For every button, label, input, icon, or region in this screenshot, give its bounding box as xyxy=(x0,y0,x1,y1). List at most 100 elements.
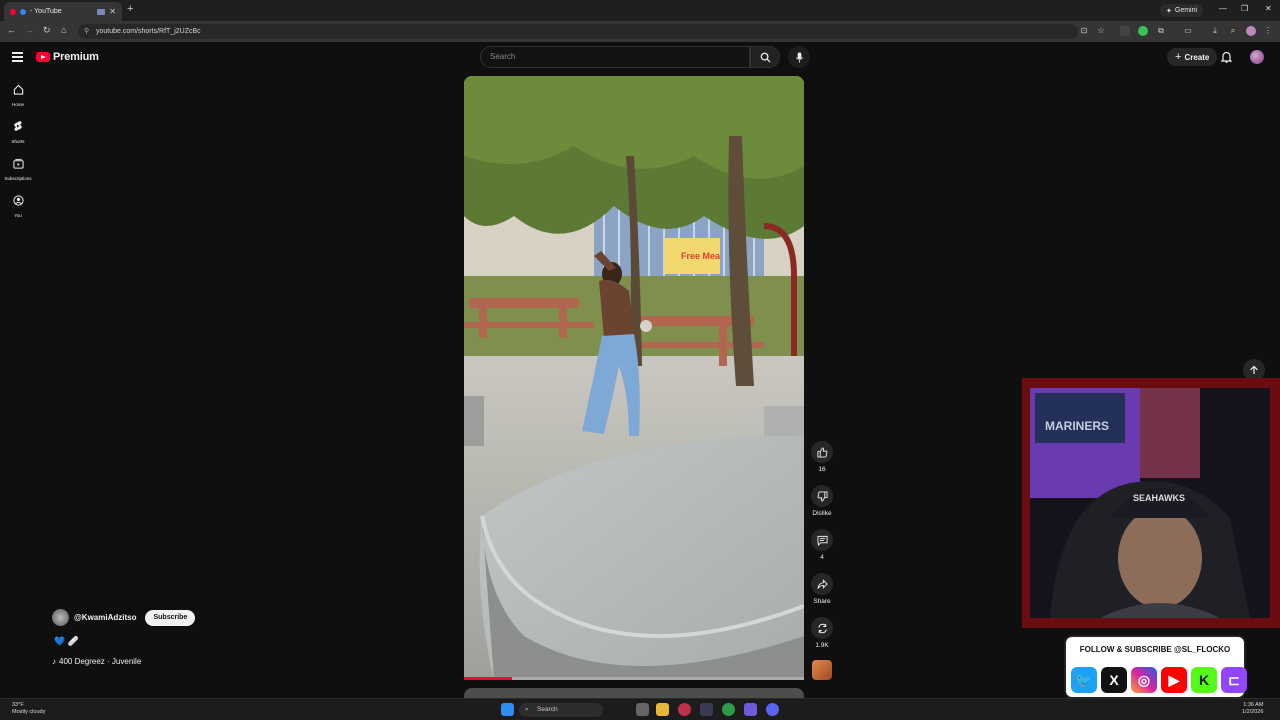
video-frame: Free Mea xyxy=(464,76,804,680)
restore-icon[interactable]: ❐ xyxy=(1241,4,1248,13)
shorts-video-player[interactable]: Free Mea xyxy=(464,76,804,680)
gemini-icon: ✦ xyxy=(1166,7,1172,15)
menu-icon[interactable] xyxy=(12,52,23,62)
dislike-button[interactable]: Dislike xyxy=(810,485,834,517)
close-window-icon[interactable]: ✕ xyxy=(1265,4,1272,13)
channel-handle[interactable]: @KwamiAdzitso xyxy=(74,613,136,622)
address-bar-row: ← → ↻ ⌂ ⚲ youtube.com/shorts/RfT_j2UZcBc… xyxy=(0,21,1280,42)
remix-icon xyxy=(817,623,827,633)
sound-link[interactable]: ♪ 400 Degreez · Juvenile xyxy=(52,657,141,666)
webcam-scene: MARINERS SEAHAWKS xyxy=(1030,388,1270,618)
weather-desc: Mostly cloudy xyxy=(12,709,46,715)
chrome-icon[interactable] xyxy=(722,703,735,716)
browser-tab[interactable]: - YouTube ✕ xyxy=(4,2,122,21)
tab-search-icon[interactable]: ⌕ xyxy=(1228,26,1238,36)
clock-time: 1:36 AM xyxy=(1243,702,1264,708)
task-view-icon[interactable] xyxy=(636,703,649,716)
cast-icon xyxy=(97,8,106,15)
arrow-up-icon xyxy=(1250,365,1258,374)
clock-date: 1/2/2026 xyxy=(1242,709,1264,715)
microphone-icon xyxy=(795,51,803,63)
comments-button[interactable]: 4 xyxy=(810,529,834,561)
bell-icon xyxy=(1220,51,1233,63)
thumbs-down-icon xyxy=(817,490,828,502)
sidebar-item-shorts[interactable]: Shorts xyxy=(0,119,36,144)
url-field[interactable]: ⚲ youtube.com/shorts/RfT_j2UZcBc xyxy=(78,24,1078,39)
instagram-icon: ◎ xyxy=(1131,667,1157,693)
app-icon-red[interactable] xyxy=(678,703,691,716)
sidebar-item-you[interactable]: You xyxy=(0,193,36,218)
video-progress-bar[interactable] xyxy=(464,677,804,680)
banner-text: MARINERS xyxy=(1045,419,1109,433)
next-short-preview[interactable] xyxy=(464,688,804,698)
dislike-label: Dislike xyxy=(812,510,832,517)
create-label: Create xyxy=(1184,52,1210,62)
share-label: Share xyxy=(813,598,831,605)
app-icon-purple[interactable] xyxy=(744,703,757,716)
account-avatar[interactable] xyxy=(1250,50,1264,64)
reload-icon[interactable]: ↻ xyxy=(43,25,51,36)
install-icon[interactable]: ⊡ xyxy=(1079,26,1089,36)
comment-count: 4 xyxy=(820,554,824,561)
cap-text: SEAHAWKS xyxy=(1133,493,1185,503)
follow-subscribe-card: FOLLOW & SUBSCRIBE @SL_FLOCKO 🐦 X ◎ ▶ K … xyxy=(1064,635,1247,699)
extensions-puzzle-icon[interactable]: ⧉ xyxy=(1156,26,1166,36)
profile-icon[interactable] xyxy=(1246,26,1256,36)
sidebar-item-label: You xyxy=(14,213,22,218)
video-progress-fill xyxy=(464,677,512,680)
logo-text: Premium xyxy=(53,51,99,63)
weather-temp: 33°F xyxy=(12,702,24,708)
extension-green-icon[interactable] xyxy=(1138,26,1148,36)
app-icon-dark[interactable] xyxy=(700,703,713,716)
plus-icon: + xyxy=(1175,51,1182,63)
forward-icon[interactable]: → xyxy=(25,25,34,35)
discord-icon[interactable] xyxy=(766,703,779,716)
bookmark-star-icon[interactable]: ☆ xyxy=(1096,26,1106,36)
windows-taskbar: 33°F Mostly cloudy ⌕ Search 1:36 AM 1/2/… xyxy=(0,698,1280,720)
sidebar-panel-icon[interactable]: ▭ xyxy=(1183,26,1193,36)
music-note-icon: ♪ xyxy=(52,657,56,666)
taskbar-search[interactable]: ⌕ Search xyxy=(519,703,603,717)
close-tab-icon[interactable]: ✕ xyxy=(109,7,116,16)
taskbar-clock[interactable]: 1:36 AM 1/2/2026 xyxy=(1242,702,1263,716)
voice-search-button[interactable] xyxy=(788,46,810,68)
back-icon[interactable]: ← xyxy=(7,25,16,35)
twitter-icon: 🐦 xyxy=(1071,667,1097,693)
downloads-icon[interactable]: ⤓ xyxy=(1210,26,1220,36)
url-text: youtube.com/shorts/RfT_j2UZcBc xyxy=(96,28,201,35)
video-description: 💙 🩹 xyxy=(54,636,79,646)
create-button[interactable]: + Create xyxy=(1167,48,1218,66)
channel-row: @KwamiAdzitso Subscribe xyxy=(52,609,196,626)
channel-avatar[interactable] xyxy=(52,609,69,626)
notifications-button[interactable] xyxy=(1220,50,1233,68)
minimize-icon[interactable]: — xyxy=(1219,4,1227,13)
remix-button[interactable]: 1.9K xyxy=(810,617,834,649)
youtube-premium-logo[interactable]: Premium xyxy=(36,51,99,63)
like-button[interactable]: 16 xyxy=(810,441,834,473)
taskbar-search-label: Search xyxy=(537,706,558,713)
sidebar-item-home[interactable]: Home xyxy=(0,82,36,107)
gemini-button[interactable]: ✦ Gemini xyxy=(1160,4,1204,17)
extension-counter-icon[interactable] xyxy=(1120,26,1130,36)
webcam-feed: MARINERS SEAHAWKS xyxy=(1030,388,1270,618)
like-count: 16 xyxy=(818,466,826,473)
site-info-icon[interactable]: ⚲ xyxy=(84,24,89,39)
new-tab-button[interactable]: + xyxy=(127,3,133,15)
subscribe-button[interactable]: Subscribe xyxy=(145,609,196,626)
file-explorer-icon[interactable] xyxy=(656,703,669,716)
browser-menu-icon[interactable]: ⋮ xyxy=(1263,26,1273,36)
share-button[interactable]: Share xyxy=(810,573,834,605)
audio-icon xyxy=(20,8,26,15)
sound-thumbnail[interactable] xyxy=(812,660,832,680)
home-browser-icon[interactable]: ⌂ xyxy=(61,25,66,35)
weather-widget[interactable]: 33°F Mostly cloudy xyxy=(12,702,45,716)
sign-text: Free Mea xyxy=(681,251,721,261)
start-icon[interactable] xyxy=(501,703,514,716)
sidebar-item-label: Subscriptions xyxy=(4,176,32,181)
remix-count: 1.9K xyxy=(815,642,829,649)
sidebar-item-subscriptions[interactable]: Subscriptions xyxy=(0,156,36,181)
search-button[interactable] xyxy=(750,46,780,68)
home-icon xyxy=(13,84,23,95)
search-icon xyxy=(760,52,771,63)
search-input[interactable]: Search xyxy=(480,46,750,68)
